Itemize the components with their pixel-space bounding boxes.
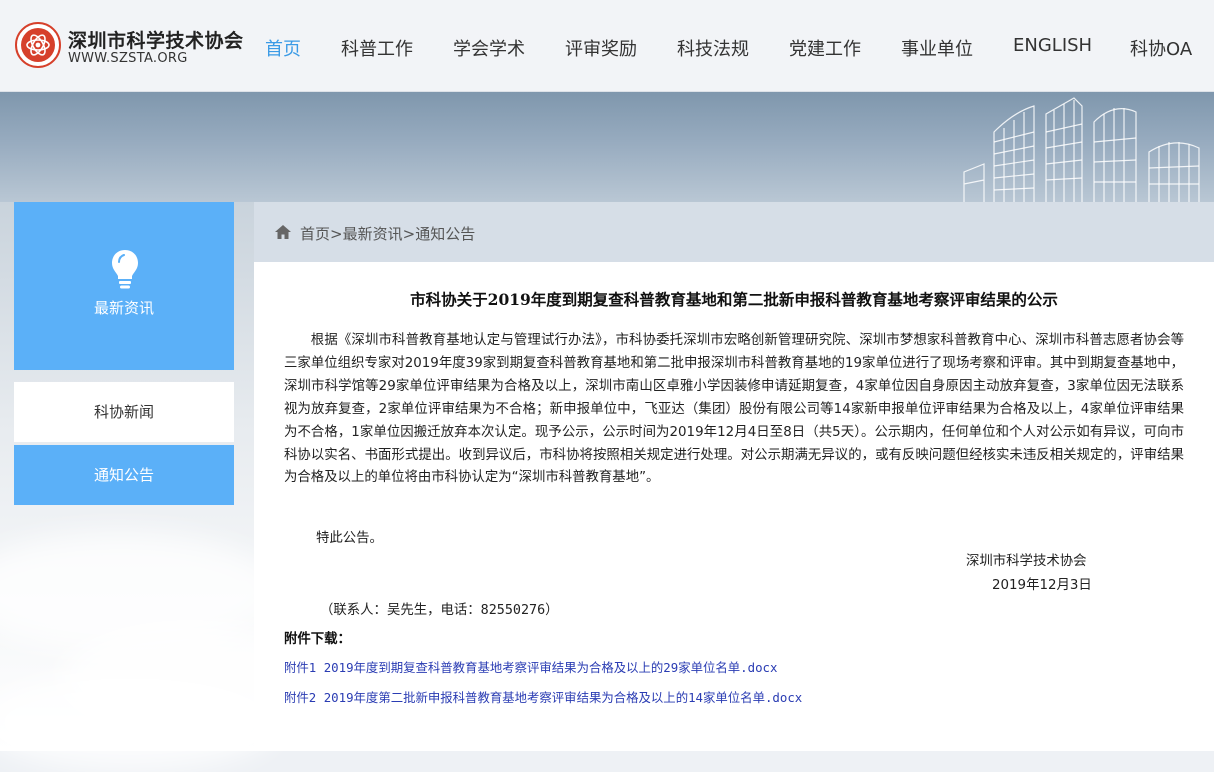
nav-item-oa[interactable]: 科协OA: [1130, 35, 1192, 61]
sidebar-hero-title: 最新资讯: [93, 299, 154, 317]
breadcrumb-separator: >: [402, 225, 416, 243]
nav-item-awards[interactable]: 评审奖励: [565, 35, 637, 61]
attachment-link-1[interactable]: 附件1 2019年度到期复查科普教育基地考察评审结果为合格及以上的29家单位名单…: [284, 658, 777, 676]
nav-item-academic[interactable]: 学会学术: [453, 35, 525, 61]
article-paragraph: 根据《深圳市科普教育基地认定与管理试行办法》，市科协委托深圳市宏略创新管理研究院…: [284, 333, 1184, 486]
breadcrumb-home[interactable]: 首页: [300, 225, 330, 243]
nav-item-science-popularization[interactable]: 科普工作: [341, 35, 413, 61]
main-content: 首页>最新资讯>通知公告 市科协关于2019年度到期复查科普教育基地和第二批新申…: [254, 202, 1214, 751]
article-closing: 特此公告。: [316, 531, 383, 546]
signature-organization: 深圳市科学技术协会: [966, 554, 1087, 569]
article-body: 根据《深圳市科普教育基地认定与管理试行办法》，市科协委托深圳市宏略创新管理研究院…: [284, 330, 1184, 490]
city-skyline-icon: [963, 97, 1200, 202]
nav-item-institutions[interactable]: 事业单位: [901, 35, 973, 61]
banner: [0, 92, 1214, 202]
sidebar-item-news[interactable]: 科协新闻: [14, 382, 234, 442]
szsta-logo-icon[interactable]: [15, 22, 61, 68]
nav-item-english[interactable]: ENGLISH: [1013, 35, 1092, 56]
nav-item-party-building[interactable]: 党建工作: [789, 35, 861, 61]
lightbulb-icon: [112, 250, 138, 289]
nav-item-regulations[interactable]: 科技法规: [677, 35, 749, 61]
attachment-link-2[interactable]: 附件2 2019年度第二批新申报科普教育基地考察评审结果为合格及以上的14家单位…: [284, 688, 802, 706]
breadcrumb-notices[interactable]: 通知公告: [415, 225, 475, 243]
site-header: 深圳市科学技术协会 WWW.SZSTA.ORG 首页 科普工作 学会学术 评审奖…: [0, 0, 1214, 92]
breadcrumb-separator: >: [330, 225, 343, 243]
breadcrumb-trail: 首页>最新资讯>通知公告: [300, 223, 475, 244]
breadcrumb-latest-news[interactable]: 最新资讯: [343, 225, 403, 243]
home-icon: [275, 225, 291, 239]
site-url: WWW.SZSTA.ORG: [68, 51, 188, 66]
article-title: 市科协关于2019年度到期复查科普教育基地和第二批新申报科普教育基地考察评审结果…: [410, 290, 1058, 309]
attachments-label: 附件下载：: [284, 632, 351, 647]
signature-date: 2019年12月3日: [992, 578, 1092, 593]
sidebar-item-notices[interactable]: 通知公告: [14, 445, 234, 505]
site-name[interactable]: 深圳市科学技术协会: [68, 26, 244, 53]
sidebar-hero: 最新资讯: [14, 202, 234, 370]
nav-item-home[interactable]: 首页: [265, 35, 301, 61]
contact-info: （联系人：吴先生，电话：82550276）: [320, 603, 559, 618]
breadcrumb: 首页>最新资讯>通知公告: [254, 202, 1214, 262]
